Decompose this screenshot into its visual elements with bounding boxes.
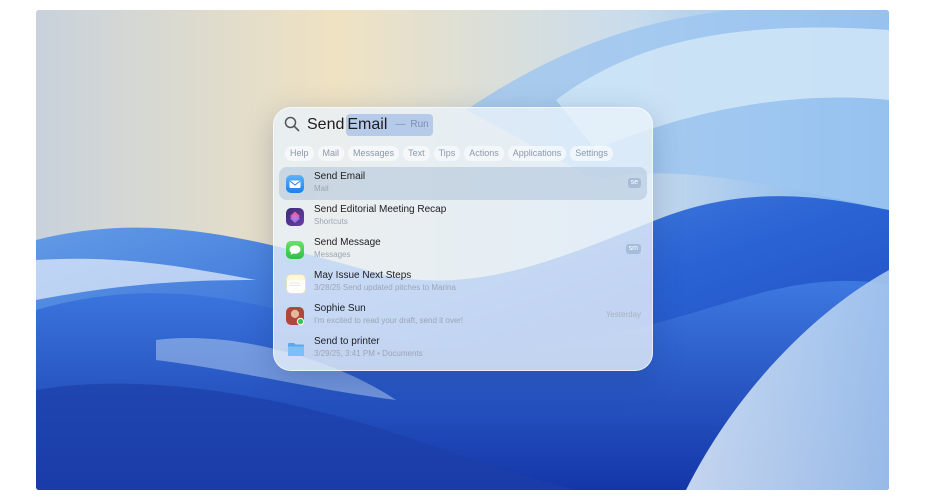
- result-subtitle: Shortcuts: [314, 217, 348, 226]
- filter-chip-mail[interactable]: Mail: [317, 146, 345, 161]
- search-input[interactable]: Send Email — Run: [307, 114, 433, 136]
- search-completion-action: Run: [410, 119, 429, 130]
- result-title: Send to printer: [314, 336, 380, 347]
- result-may-issue-next-steps[interactable]: May Issue Next Steps 3/28/25 Send update…: [279, 266, 647, 299]
- folder-icon: [286, 340, 304, 358]
- shortcuts-icon: [286, 208, 304, 226]
- search-typed-text: Send: [307, 116, 345, 133]
- result-subtitle: Mail: [314, 184, 329, 193]
- spotlight-panel: Send Email — Run Help Mail Messages Text…: [273, 107, 653, 371]
- search-completion-separator: —: [395, 119, 406, 130]
- filter-chip-help[interactable]: Help: [285, 146, 314, 161]
- result-send-to-printer[interactable]: Send to printer 3/29/25, 3:41 PM • Docum…: [279, 332, 647, 365]
- messages-icon: [286, 241, 304, 259]
- result-subtitle: 3/28/25 Send updated pitches to Marina: [314, 283, 456, 292]
- result-title: Send Email: [314, 171, 366, 182]
- result-sophie-sun[interactable]: Sophie Sun I'm excited to read your draf…: [279, 299, 647, 332]
- filter-chip-text[interactable]: Text: [403, 146, 430, 161]
- mail-icon: [286, 175, 304, 193]
- search-completion-text: Email: [347, 116, 388, 133]
- result-title: Sophie Sun: [314, 303, 366, 314]
- filter-chip-applications[interactable]: Applications: [507, 146, 567, 161]
- search-icon: [284, 116, 300, 132]
- filter-chip-tips[interactable]: Tips: [433, 146, 461, 161]
- filter-chips: Help Mail Messages Text Tips Actions App…: [285, 146, 613, 161]
- result-timestamp: Yesterday: [605, 310, 641, 319]
- result-subtitle: Messages: [314, 250, 351, 259]
- contact-avatar-icon: [286, 307, 305, 326]
- notes-icon: [286, 274, 306, 294]
- result-title: Send Editorial Meeting Recap: [314, 204, 447, 215]
- result-send-editorial-meeting-recap[interactable]: Send Editorial Meeting Recap Shortcuts: [279, 200, 647, 233]
- keyboard-shortcut-badge: sm: [625, 244, 641, 254]
- result-send-email[interactable]: Send Email Mail se: [279, 167, 647, 200]
- filter-chip-settings[interactable]: Settings: [570, 146, 613, 161]
- search-bar[interactable]: Send Email — Run: [273, 107, 653, 143]
- filter-chip-actions[interactable]: Actions: [464, 146, 504, 161]
- results-list: Send Email Mail se Send Editorial Meetin…: [279, 167, 647, 365]
- result-subtitle: 3/29/25, 3:41 PM • Documents: [314, 349, 423, 358]
- filter-chip-messages[interactable]: Messages: [348, 146, 400, 161]
- result-subtitle: I'm excited to read your draft, send it …: [314, 316, 464, 325]
- result-send-message[interactable]: Send Message Messages sm: [279, 233, 647, 266]
- keyboard-shortcut-badge: se: [627, 178, 641, 188]
- search-completion[interactable]: Email — Run: [346, 114, 433, 136]
- result-title: May Issue Next Steps: [314, 270, 412, 281]
- result-title: Send Message: [314, 237, 381, 248]
